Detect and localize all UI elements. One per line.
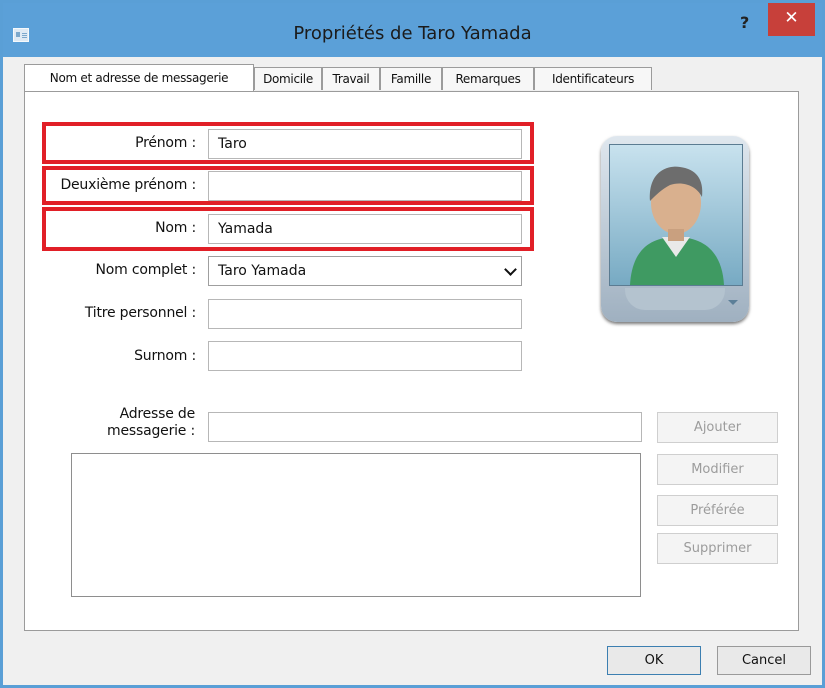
deuxieme-prenom-label: Deuxième prénom : (60, 177, 196, 193)
cancel-button[interactable]: Cancel (717, 646, 811, 675)
surnom-field[interactable] (208, 341, 522, 371)
email-list[interactable] (71, 453, 641, 597)
window-title: Propriétés de Taro Yamada (293, 23, 532, 44)
titre-personnel-label: Titre personnel : (84, 305, 196, 321)
surnom-label: Surnom : (134, 348, 196, 364)
contact-silhouette (609, 144, 743, 286)
email-field[interactable] (208, 412, 642, 442)
close-icon[interactable]: ✕ (768, 3, 815, 36)
help-icon[interactable]: ? (740, 13, 749, 32)
contact-photo[interactable] (601, 136, 749, 322)
tab-remarques[interactable]: Remarques (442, 67, 534, 90)
tab-travail[interactable]: Travail (322, 67, 380, 90)
modifier-button[interactable]: Modifier (657, 454, 778, 485)
tab-identificateurs[interactable]: Identificateurs (534, 67, 652, 90)
email-label-line1: Adresse de (119, 406, 196, 422)
photo-menu-icon[interactable] (728, 300, 738, 305)
deuxieme-prenom-field[interactable] (208, 171, 522, 201)
preferee-button[interactable]: Préférée (657, 495, 778, 526)
nom-label: Nom : (155, 220, 196, 236)
tab-famille[interactable]: Famille (380, 67, 442, 90)
titre-personnel-field[interactable] (208, 299, 522, 329)
prenom-field[interactable]: Taro (208, 129, 522, 159)
properties-dialog: Propriétés de Taro Yamada ? ✕ Nom et adr… (0, 0, 825, 688)
tab-nom-et-adresse[interactable]: Nom et adresse de messagerie (24, 64, 254, 91)
chevron-down-icon[interactable] (504, 263, 517, 276)
ajouter-button[interactable]: Ajouter (657, 412, 778, 443)
tab-domicile[interactable]: Domicile (254, 67, 322, 90)
nom-complet-value: Taro Yamada (218, 263, 307, 279)
nom-field[interactable]: Yamada (208, 214, 522, 244)
ok-button[interactable]: OK (607, 646, 701, 675)
prenom-label: Prénom : (135, 135, 196, 151)
nom-complet-select[interactable]: Taro Yamada (208, 256, 522, 286)
nom-complet-label: Nom complet : (95, 262, 197, 278)
title-bar: Propriétés de Taro Yamada ? ✕ (3, 3, 822, 57)
supprimer-button[interactable]: Supprimer (657, 533, 778, 564)
photo-stand (625, 288, 725, 310)
email-label-line2: messagerie : (107, 423, 195, 439)
